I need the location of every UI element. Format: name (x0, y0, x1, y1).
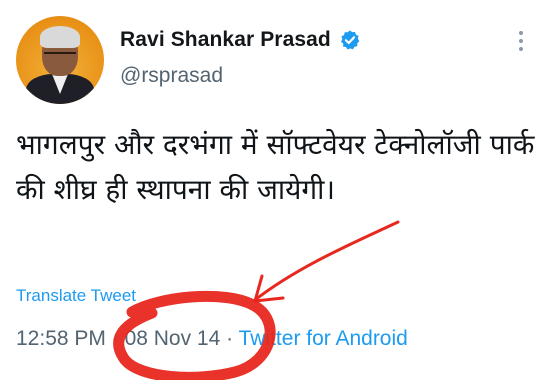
author-name-row[interactable]: Ravi Shankar Prasad (120, 28, 361, 52)
tweet-source[interactable]: Twitter for Android (239, 327, 408, 350)
avatar-hair (40, 26, 80, 48)
tweet-date[interactable]: 08 Nov 14 (125, 327, 221, 350)
annotation-arrow-head (253, 274, 285, 303)
author-handle[interactable]: @rsprasad (120, 64, 223, 88)
meta-separator: · (105, 327, 125, 350)
verified-badge-icon (340, 30, 360, 50)
more-options-icon[interactable] (518, 30, 524, 52)
tweet-time[interactable]: 12:58 PM (16, 327, 106, 350)
avatar-glasses (44, 52, 76, 62)
tweet-card: Ravi Shankar Prasad @rsprasad भागलपुर और… (0, 0, 557, 380)
meta-separator: · (220, 327, 239, 350)
annotation-arrow-shaft (253, 220, 400, 302)
tweet-metadata: 12:58 PM · 08 Nov 14 · Twitter for Andro… (16, 327, 408, 351)
translate-tweet-link[interactable]: Translate Tweet (16, 286, 136, 306)
author-display-name[interactable]: Ravi Shankar Prasad (120, 28, 331, 52)
profile-avatar[interactable] (16, 16, 104, 104)
tweet-text: भागलपुर और दरभंगा में सॉफ्टवेयर टेक्नोलॉ… (16, 128, 535, 206)
